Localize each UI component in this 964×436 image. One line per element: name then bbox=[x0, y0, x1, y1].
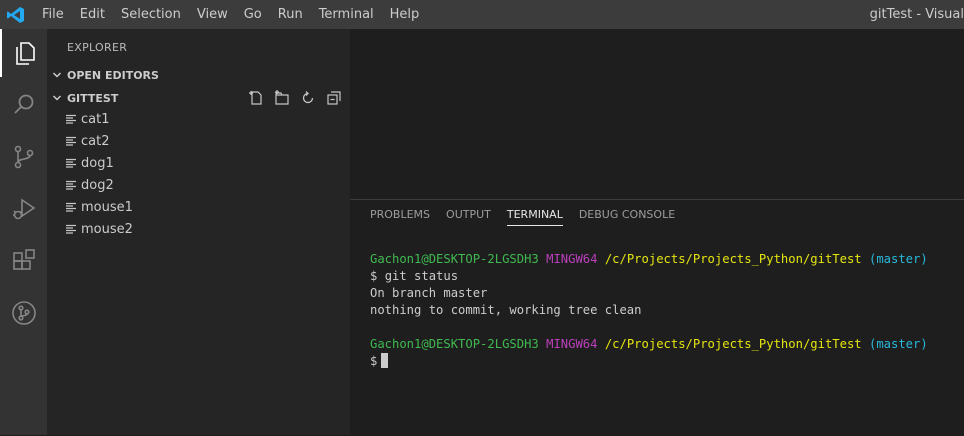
file-lines-icon bbox=[65, 223, 79, 235]
menu-bar: File Edit Selection View Go Run Terminal… bbox=[34, 0, 427, 29]
vscode-logo-icon bbox=[7, 7, 24, 23]
prompt-line: Gachon1@DESKTOP-2LGSDH3 MINGW64 /c/Proje… bbox=[370, 251, 928, 268]
editor-area[interactable] bbox=[350, 29, 964, 199]
file-lines-icon bbox=[65, 201, 79, 213]
prompt-symbol: $ bbox=[370, 269, 378, 283]
search-icon[interactable] bbox=[0, 81, 47, 129]
file-label: cat1 bbox=[81, 111, 110, 127]
file-label: mouse1 bbox=[81, 199, 133, 215]
file-lines-icon bbox=[65, 157, 79, 169]
command-line: $ git status bbox=[370, 268, 928, 285]
open-editors-label: OPEN EDITORS bbox=[67, 68, 159, 82]
file-lines-icon bbox=[65, 179, 79, 191]
file-item-mouse2[interactable]: mouse2 bbox=[47, 218, 350, 240]
output-line: nothing to commit, working tree clean bbox=[370, 303, 642, 317]
menu-edit[interactable]: Edit bbox=[72, 0, 113, 29]
env-name: MINGW64 bbox=[546, 337, 598, 351]
new-file-icon[interactable] bbox=[246, 88, 266, 108]
bottom-panel: PROBLEMS OUTPUT TERMINAL DEBUG CONSOLE G… bbox=[350, 199, 964, 436]
tab-terminal[interactable]: TERMINAL bbox=[499, 200, 571, 230]
window-title: gitTest - Visual bbox=[869, 7, 964, 22]
title-bar: File Edit Selection View Go Run Terminal… bbox=[0, 0, 964, 29]
menu-run[interactable]: Run bbox=[270, 0, 311, 29]
cwd-path: /c/Projects/Projects_Python/gitTest bbox=[604, 337, 862, 351]
user-host: Gachon1@DESKTOP-2LGSDH3 bbox=[370, 337, 539, 351]
file-item-cat1[interactable]: cat1 bbox=[47, 108, 350, 130]
menu-go[interactable]: Go bbox=[236, 0, 270, 29]
menu-view[interactable]: View bbox=[189, 0, 236, 29]
file-item-dog2[interactable]: dog2 bbox=[47, 174, 350, 196]
user-host: Gachon1@DESKTOP-2LGSDH3 bbox=[370, 252, 539, 266]
explorer-sidebar: EXPLORER OPEN EDITORS GITTEST cat1 cat2 … bbox=[47, 29, 350, 435]
run-debug-icon[interactable] bbox=[0, 185, 47, 233]
terminal-output[interactable]: Gachon1@DESKTOP-2LGSDH3 MINGW64 /c/Proje… bbox=[370, 251, 928, 370]
git-graph-icon[interactable] bbox=[0, 289, 47, 337]
chevron-down-icon bbox=[47, 93, 67, 103]
file-lines-icon bbox=[65, 113, 79, 125]
file-item-dog1[interactable]: dog1 bbox=[47, 152, 350, 174]
folder-actions bbox=[246, 87, 344, 109]
command-text: git status bbox=[384, 269, 459, 283]
git-branch: (master) bbox=[868, 252, 928, 266]
cwd-path: /c/Projects/Projects_Python/gitTest bbox=[604, 252, 862, 266]
tab-output[interactable]: OUTPUT bbox=[438, 200, 499, 230]
terminal-cursor[interactable] bbox=[381, 353, 389, 368]
prompt-line: Gachon1@DESKTOP-2LGSDH3 MINGW64 /c/Proje… bbox=[370, 336, 928, 353]
file-item-mouse1[interactable]: mouse1 bbox=[47, 196, 350, 218]
new-folder-icon[interactable] bbox=[272, 88, 292, 108]
env-name: MINGW64 bbox=[546, 252, 598, 266]
source-control-icon[interactable] bbox=[0, 133, 47, 181]
extensions-icon[interactable] bbox=[0, 237, 47, 285]
input-line: $ bbox=[370, 353, 928, 370]
file-label: dog1 bbox=[81, 155, 114, 171]
menu-help[interactable]: Help bbox=[382, 0, 428, 29]
output-line: On branch master bbox=[370, 286, 488, 300]
folder-label: GITTEST bbox=[67, 91, 119, 105]
tab-problems[interactable]: PROBLEMS bbox=[362, 200, 438, 230]
file-label: mouse2 bbox=[81, 221, 133, 237]
file-label: cat2 bbox=[81, 133, 110, 149]
panel-tabs: PROBLEMS OUTPUT TERMINAL DEBUG CONSOLE bbox=[362, 200, 683, 230]
menu-terminal[interactable]: Terminal bbox=[311, 0, 382, 29]
file-item-cat2[interactable]: cat2 bbox=[47, 130, 350, 152]
chevron-down-icon bbox=[47, 70, 67, 80]
git-branch: (master) bbox=[868, 337, 928, 351]
explorer-icon[interactable] bbox=[0, 29, 47, 77]
menu-file[interactable]: File bbox=[34, 0, 72, 29]
refresh-icon[interactable] bbox=[298, 88, 318, 108]
folder-section[interactable]: GITTEST bbox=[47, 87, 350, 109]
file-lines-icon bbox=[65, 135, 79, 147]
collapse-all-icon[interactable] bbox=[324, 88, 344, 108]
open-editors-section[interactable]: OPEN EDITORS bbox=[47, 64, 350, 86]
file-label: dog2 bbox=[81, 177, 114, 193]
explorer-title: EXPLORER bbox=[67, 41, 128, 54]
tab-debug-console[interactable]: DEBUG CONSOLE bbox=[571, 200, 683, 230]
prompt-symbol: $ bbox=[370, 354, 378, 368]
activity-bar bbox=[0, 29, 47, 435]
menu-selection[interactable]: Selection bbox=[113, 0, 189, 29]
